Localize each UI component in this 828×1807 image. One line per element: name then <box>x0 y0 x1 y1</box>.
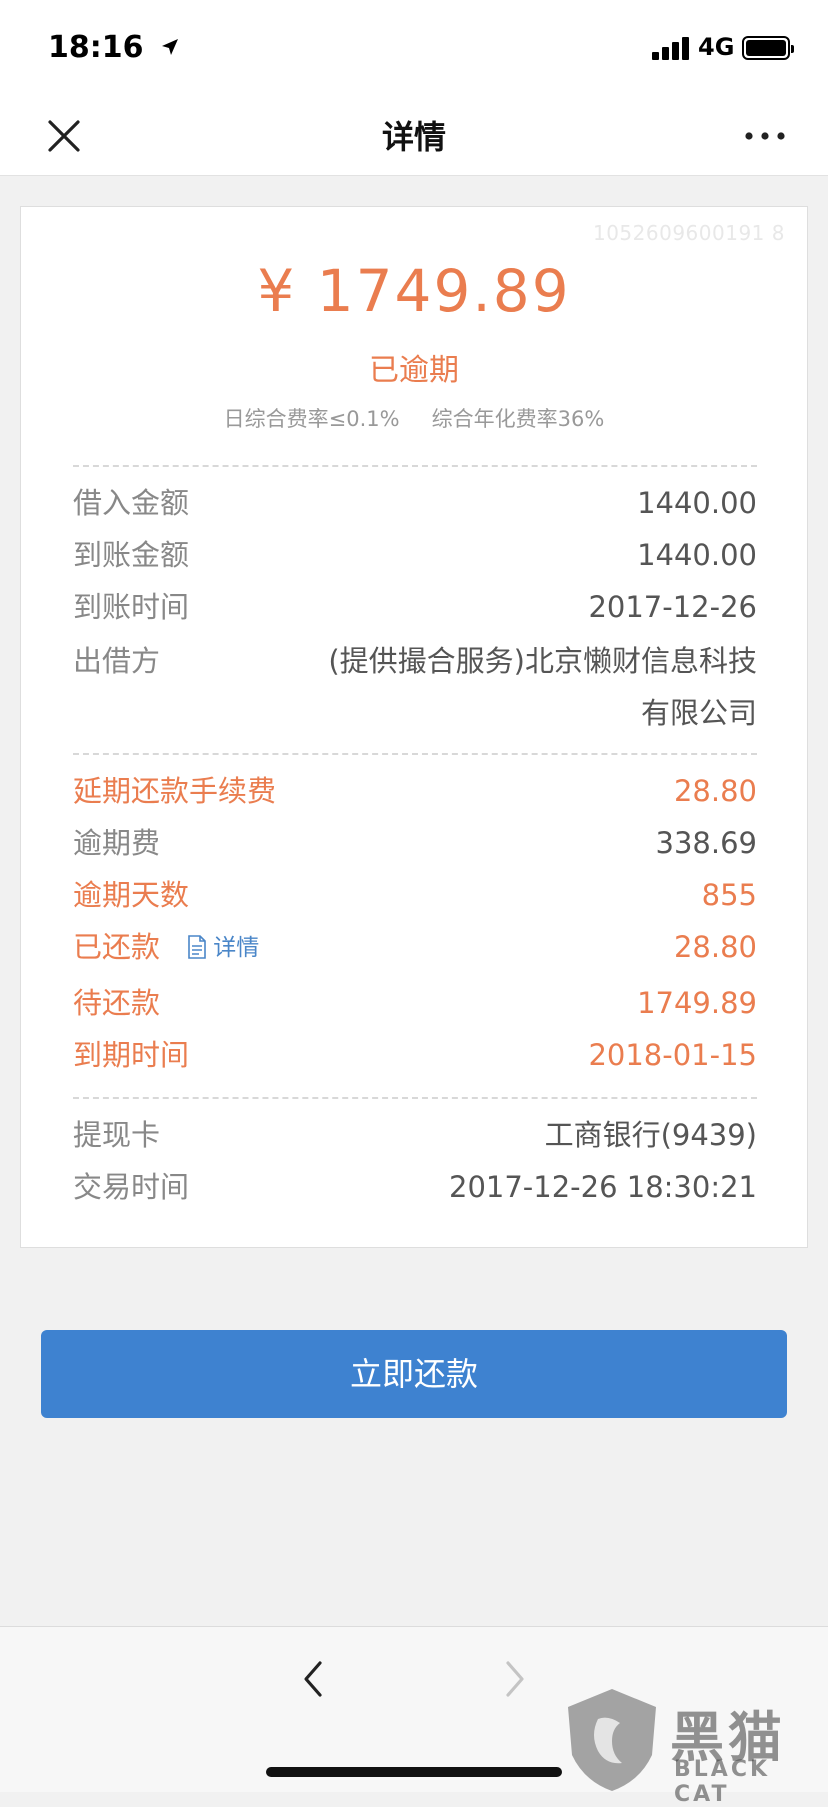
order-number: 1052609600191 8 <box>592 221 785 245</box>
row-label: 待还款 <box>73 986 161 1020</box>
row-label: 已还款 详情 <box>73 927 259 968</box>
row-label: 借入金额 <box>73 486 190 520</box>
row-value: 1440.00 <box>637 486 757 520</box>
row-value: 1440.00 <box>637 538 757 572</box>
document-icon <box>188 935 207 959</box>
row-label: 交易时间 <box>73 1170 190 1204</box>
back-button[interactable] <box>298 1657 328 1701</box>
status-time: 18:16 <box>48 30 180 65</box>
network-type: 4G <box>698 33 735 61</box>
row-label: 逾期天数 <box>73 878 190 912</box>
more-button[interactable] <box>740 116 790 156</box>
chevron-right-icon <box>506 1661 524 1697</box>
battery-icon <box>742 36 794 60</box>
rate-info: 日综合费率≤0.1% 综合年化费率36% <box>21 403 807 433</box>
repaid-label: 已还款 <box>73 930 161 964</box>
row-label: 出借方 <box>73 644 161 678</box>
row-label: 到账时间 <box>73 590 190 624</box>
nav-bar: 详情 <box>0 96 828 176</box>
watermark-en: BLACK CAT <box>674 1757 771 1807</box>
location-arrow-icon <box>161 39 178 55</box>
forward-button[interactable] <box>500 1657 530 1701</box>
blackcat-logo-icon <box>568 1689 656 1791</box>
repaid-detail-text: 详情 <box>213 935 260 961</box>
page-title: 详情 <box>381 118 446 156</box>
divider <box>73 1097 757 1099</box>
repay-now-button[interactable]: 立即还款 <box>41 1330 787 1418</box>
row-value: 工商银行(9439) <box>544 1118 757 1152</box>
signal-strength-icon <box>652 36 692 60</box>
row-label: 到账金额 <box>73 538 190 572</box>
home-indicator[interactable] <box>266 1767 562 1777</box>
status-time-text: 18:16 <box>48 30 144 65</box>
status-badge: 已逾期 <box>369 353 459 388</box>
row-value: 338.69 <box>655 826 757 860</box>
row-value: 2018-01-15 <box>588 1038 757 1072</box>
row-value: 28.80 <box>673 930 757 964</box>
row-value: 2017-12-26 18:30:21 <box>449 1170 757 1204</box>
row-label: 延期还款手续费 <box>73 774 277 808</box>
loan-detail-card: 1052609600191 8 ¥ 1749.89 已逾期 日综合费率≤0.1%… <box>20 206 808 1248</box>
row-label: 逾期费 <box>73 826 161 860</box>
row-value: 2017-12-26 <box>588 590 757 624</box>
daily-rate: 日综合费率≤0.1% <box>223 407 400 431</box>
chevron-left-icon <box>304 1661 322 1697</box>
status-bar: 18:16 4G <box>0 0 828 96</box>
divider <box>73 753 757 755</box>
row-value: (提供撮合服务)北京懒财信息科技有限公司 <box>328 644 757 730</box>
row-value: 28.80 <box>673 774 757 808</box>
annual-rate: 综合年化费率36% <box>431 407 605 431</box>
bottom-toolbar: 黑猫 BLACK CAT <box>0 1626 828 1807</box>
total-amount: ¥ 1749.89 <box>257 257 571 325</box>
row-value: 1749.89 <box>637 986 757 1020</box>
repaid-detail-link[interactable]: 详情 <box>187 928 259 968</box>
more-dots-icon <box>745 132 785 140</box>
blackcat-watermark: 黑猫 BLACK CAT <box>560 1685 828 1807</box>
row-label: 到期时间 <box>73 1038 190 1072</box>
divider <box>73 465 757 467</box>
row-value: 855 <box>701 878 757 912</box>
row-label: 提现卡 <box>73 1118 161 1152</box>
